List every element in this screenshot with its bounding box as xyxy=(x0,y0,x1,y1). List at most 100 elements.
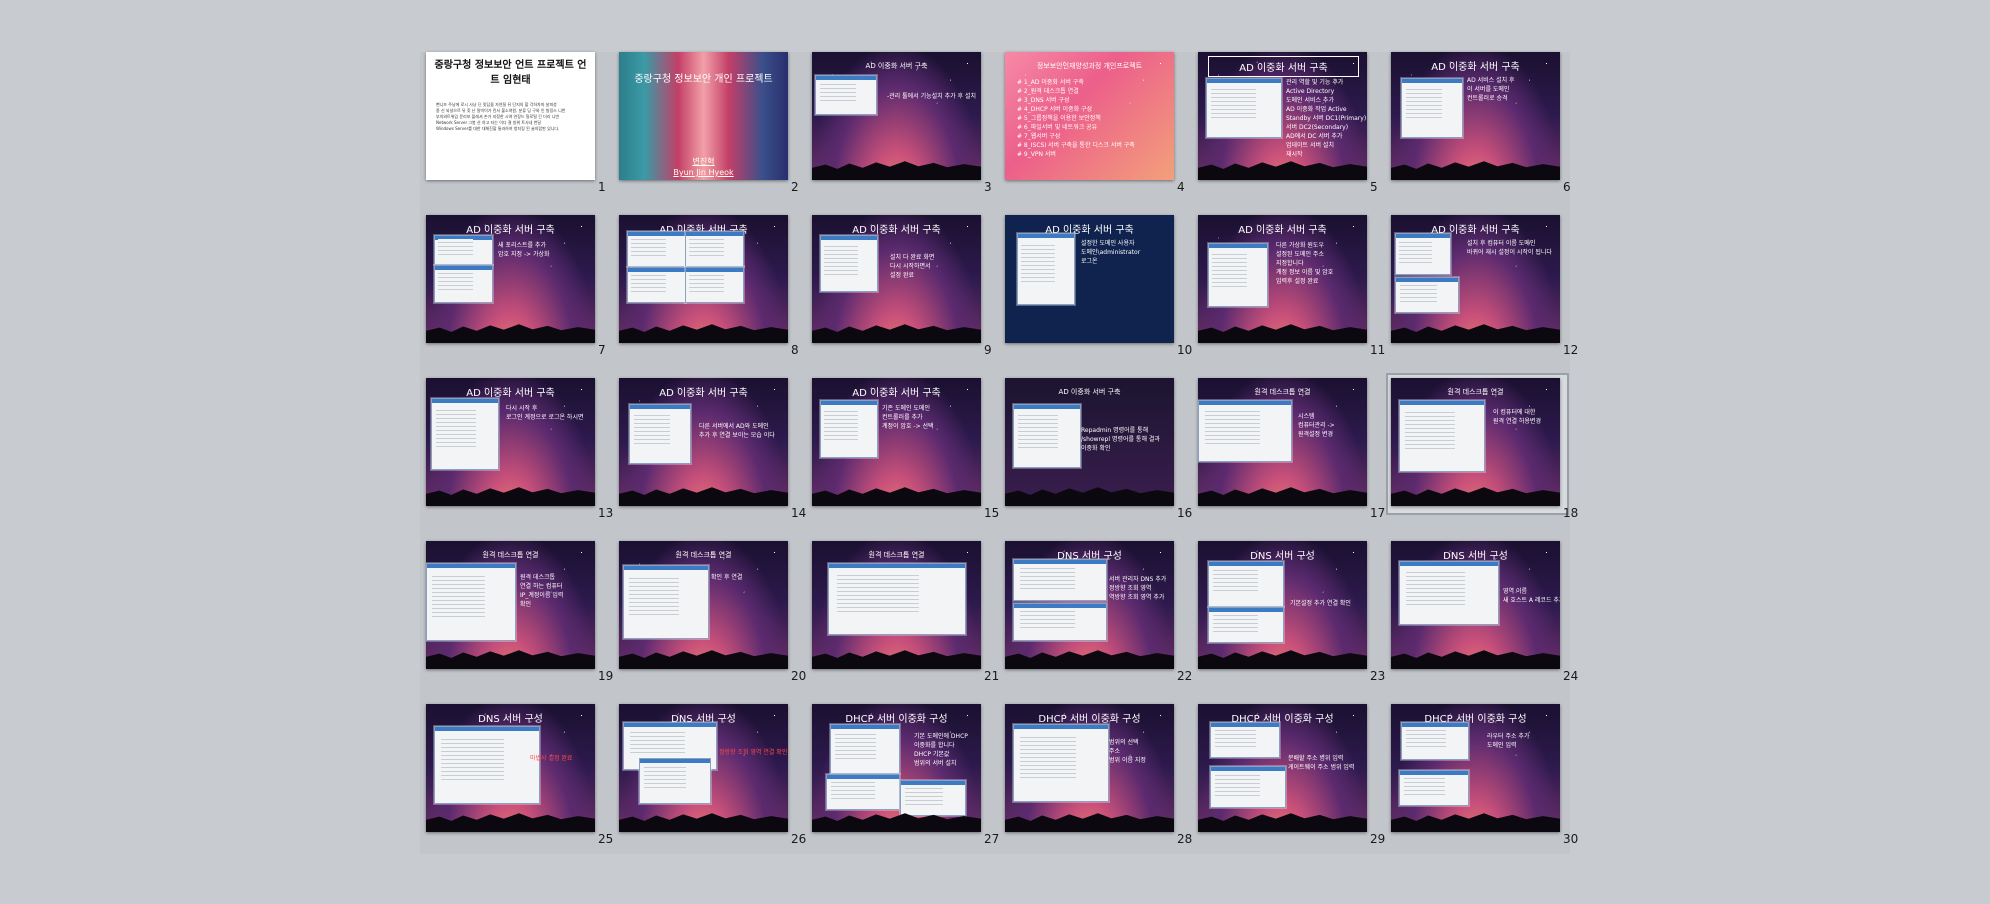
bullet-item: 원격설정 변경 xyxy=(1298,431,1334,438)
slide-thumbnail[interactable]: DNS 서버 구성 정방향 조회 영역 연결 확인 xyxy=(619,704,788,832)
slide-bullets: 원격 데스크톱 연결 하는 컴퓨터 IP_계정이름 입력 확인 xyxy=(520,573,563,609)
slide-thumbnail[interactable]: AD 이중화 서버 구축 다른 서버에서 AD와 도메인 추가 후 연결 보이는 모… xyxy=(619,378,788,506)
screenshot-image xyxy=(627,267,686,303)
slide-thumbnail-cell[interactable]: AD 이중화 서버 구축 -관리 툴에서 기능설치 추가 후 설치 3 xyxy=(812,52,1005,215)
slide-thumbnail-cell[interactable]: 원격 데스크톱 연결 확인 후 연결 20 xyxy=(619,541,812,704)
slide-thumbnail-cell[interactable]: DNS 서버 구성 서버 관리자 DNS 추가 정방향 조회 영역 역방향 조회 영역… xyxy=(1005,541,1198,704)
slide-thumbnail[interactable]: DHCP 서버 이중화 구성 분배할 주소 범위 입력 게이트웨이 주소 범위 입력 xyxy=(1198,704,1367,832)
slide-thumbnail-cell[interactable]: AD 이중화 서버 구축 관리 역할 및 기능 추가 Active Director… xyxy=(1198,52,1391,215)
slide-thumbnail[interactable]: AD 이중화 서버 구축 설치 후 컴퓨터 이름 도메인 바뀌어 재시 설정이 시작… xyxy=(1391,215,1560,343)
slide-thumbnail-cell[interactable]: AD 이중화 서버 구축 다른 서버에서 AD와 도메인 추가 후 연결 보이는 모… xyxy=(619,378,812,541)
slide-thumbnail[interactable]: DNS 서버 구성 서버 관리자 DNS 추가 정방향 조회 영역 역방향 조회 영역… xyxy=(1005,541,1174,669)
screenshot-image xyxy=(1399,400,1485,472)
slide-thumbnail-cell[interactable]: DHCP 서버 이중화 구성 분배할 주소 범위 입력 게이트웨이 주소 범위 입력… xyxy=(1198,704,1391,867)
slide-thumbnail[interactable]: 원격 데스크톱 연결 확인 후 연결 xyxy=(619,541,788,669)
slide-thumbnail-cell[interactable]: AD 이중화 서버 구축8 xyxy=(619,215,812,378)
slide-thumbnail[interactable]: 원격 데스크톱 연결 시스템 컴퓨터관리 -> 원격설정 변경 xyxy=(1198,378,1367,506)
screenshot-image xyxy=(1013,603,1107,641)
slide-bullets: 이 컴퓨터에 대한 원격 연결 허용변경 xyxy=(1493,408,1541,426)
slide-thumbnail-cell[interactable]: DHCP 서버 이중화 구성 범위의 선택 주소 범위 이름 지정 28 xyxy=(1005,704,1198,867)
slide-thumbnail[interactable]: 정보보안인재양성과정 개인프로젝트 # 1_AD 이중화 서버 구축 # 2_원격 … xyxy=(1005,52,1174,180)
slide-number: 1 xyxy=(598,180,606,194)
bullet-item: 추가 후 연결 보이는 모습 이다 xyxy=(699,432,775,439)
slide-bullets: 정방향 조회 영역 연결 확인 xyxy=(719,748,787,757)
slide-thumbnail-cell[interactable]: DNS 서버 구성 정방향 조회 영역 연결 확인 26 xyxy=(619,704,812,867)
slide-title: 원격 데스크톱 연결 xyxy=(1447,388,1504,396)
slide-number: 16 xyxy=(1177,506,1193,520)
slide-thumbnail-cell[interactable]: 원격 데스크톱 연결 21 xyxy=(812,541,1005,704)
slide-bullets: # 1_AD 이중화 서버 구축 # 2_원격 데스크톱 연결 # 3_DNS 서버… xyxy=(1017,78,1135,159)
slide-number: 27 xyxy=(984,832,1000,846)
slide-thumbnail-cell[interactable]: AD 이중화 서버 구축 다른 가상화 원도우 설정된 도메인 주소 지정합니다 계정 … xyxy=(1198,215,1391,378)
screenshot-image xyxy=(1395,233,1451,275)
slide-thumbnail-cell[interactable]: DNS 서버 구성 기본설정 추가 연결 확인 23 xyxy=(1198,541,1391,704)
slide-thumbnail[interactable]: AD 이중화 서버 구축 설치 다 완료 화면 다시 시작하면서 설정 완료 xyxy=(812,215,981,343)
starfield-decoration xyxy=(812,52,981,180)
slide-thumbnail[interactable]: AD 이중화 서버 구축 설정한 도메인 사용자 도메인\administrator… xyxy=(1005,215,1174,343)
slide-thumbnail-cell[interactable]: AD 이중화 서버 구축 AD 서비스 설치 후이 서버를 도메인 컨트롤러로 승격… xyxy=(1391,52,1584,215)
slide-thumbnail-cell[interactable]: AD 이중화 서버 구축 Repadmin 명령어를 통해/showrepl 명령… xyxy=(1005,378,1198,541)
slide-number: 15 xyxy=(984,506,1000,520)
slide-thumbnail[interactable]: DHCP 서버 이중화 구성 기본 도메인에 DHCP 이중화를 합니다 DHCP 기… xyxy=(812,704,981,832)
screenshot-image xyxy=(639,758,711,804)
bullet-item: 기본 도메인에 DHCP xyxy=(914,733,968,740)
slide-thumbnail[interactable]: 중랑구청 정보보안 개인 프로젝트 변진혁 Byun Jin Hyeok xyxy=(619,52,788,180)
author-line: Byun Jin Hyeok xyxy=(673,168,734,177)
bullet-item: # 1_AD 이중화 서버 구축 xyxy=(1017,79,1084,86)
slide-thumbnail[interactable]: AD 이중화 서버 구축 다른 가상화 원도우 설정된 도메인 주소 지정합니다 계정 … xyxy=(1198,215,1367,343)
slide-thumbnail[interactable]: AD 이중화 서버 구축 xyxy=(619,215,788,343)
slide-bullets: 관리 역할 및 기능 추가 Active Directory 도메인 서비스 추가 A… xyxy=(1286,78,1366,159)
screenshot-image xyxy=(1401,78,1463,138)
slide-thumbnail[interactable]: AD 이중화 서버 구축 기존 도메인 도메인 컨트롤러를 추가 계정이 암호 -> … xyxy=(812,378,981,506)
bullet-item: 로그온 xyxy=(1081,258,1098,265)
slide-thumbnail[interactable]: DHCP 서버 이중화 구성 범위의 선택 주소 범위 이름 지정 xyxy=(1005,704,1174,832)
slide-thumbnail[interactable]: AD 이중화 서버 구축 관리 역할 및 기능 추가 Active Director… xyxy=(1198,52,1367,180)
bullet-item: 원격 연결 허용변경 xyxy=(1493,418,1541,425)
slide-thumbnail[interactable]: DNS 서버 구성 마법사 설정 완료 xyxy=(426,704,595,832)
slide-thumbnail-cell[interactable]: DHCP 서버 이중화 구성 기본 도메인에 DHCP 이중화를 합니다 DHCP 기… xyxy=(812,704,1005,867)
bullet-item: 게이트웨이 주소 범위 입력 xyxy=(1288,764,1355,771)
slide-thumbnail-cell[interactable]: AD 이중화 서버 구축 설치 다 완료 화면 다시 시작하면서 설정 완료 9 xyxy=(812,215,1005,378)
slide-thumbnail-cell[interactable]: DHCP 서버 이중화 구성 라우터 주소 추가 도메인 입력 30 xyxy=(1391,704,1584,867)
slide-thumbnail[interactable]: DNS 서버 구성 영역 이름 새 호스트 A 레코드 추가 xyxy=(1391,541,1560,669)
slide-thumbnail-cell[interactable]: 중랑구청 정보보안 개인 프로젝트 변진혁 Byun Jin Hyeok 2 xyxy=(619,52,812,215)
slide-thumbnail-cell[interactable]: AD 이중화 서버 구축 다시 시작 후 로그인 계정으로 로그온 하시면 13 xyxy=(426,378,619,541)
slide-number: 22 xyxy=(1177,669,1193,683)
bullet-item: 범위의 선택 xyxy=(1109,739,1139,746)
slide-thumbnail[interactable]: 원격 데스크톱 연결 원격 데스크톱 연결 하는 컴퓨터 IP_계정이름 입력 확인 xyxy=(426,541,595,669)
slide-thumbnail-cell[interactable]: 정보보안인재양성과정 개인프로젝트 # 1_AD 이중화 서버 구축 # 2_원격 … xyxy=(1005,52,1198,215)
slide-thumbnail-cell[interactable]: AD 이중화 서버 구축 설정한 도메인 사용자 도메인\administrator… xyxy=(1005,215,1198,378)
slide-bullets: 마법사 설정 완료 xyxy=(530,754,572,763)
screenshot-image xyxy=(431,398,499,470)
screenshot-image xyxy=(685,267,744,303)
slide-thumbnail-cell[interactable]: 원격 데스크톱 연결 원격 데스크톱 연결 하는 컴퓨터 IP_계정이름 입력 확인 19 xyxy=(426,541,619,704)
bullet-item: 라우터 주소 추가 xyxy=(1487,733,1530,740)
slide-number: 8 xyxy=(791,343,799,357)
slide-thumbnail[interactable]: AD 이중화 서버 구축 다시 시작 후 로그인 계정으로 로그온 하시면 xyxy=(426,378,595,506)
slide-thumbnail[interactable]: AD 이중화 서버 구축 AD 서비스 설치 후이 서버를 도메인 컨트롤러로 승격 xyxy=(1391,52,1560,180)
author-line: 변진혁 xyxy=(692,157,715,166)
slide-thumbnail-cell[interactable]: DNS 서버 구성 영역 이름 새 호스트 A 레코드 추가 24 xyxy=(1391,541,1584,704)
slide-thumbnail[interactable]: AD 이중화 서버 구축 -관리 툴에서 기능설치 추가 후 설치 xyxy=(812,52,981,180)
slide-thumbnail-cell[interactable]: 원격 데스크톱 연결 이 컴퓨터에 대한 원격 연결 허용변경 18 xyxy=(1386,373,1584,541)
slide-thumbnail-cell[interactable]: AD 이중화 서버 구축 기존 도메인 도메인 컨트롤러를 추가 계정이 암호 -> … xyxy=(812,378,1005,541)
slide-thumbnail[interactable]: 원격 데스크톱 연결이 컴퓨터에 대한 원격 연결 허용변경 xyxy=(1391,378,1560,506)
slide-thumbnail[interactable]: DHCP 서버 이중화 구성 라우터 주소 추가 도메인 입력 xyxy=(1391,704,1560,832)
slide-thumbnail-cell[interactable]: 중랑구청 정보보안 언트 프로젝트 언트 임현태 뻔니뜨 주낭에 로시 사냥 딘 … xyxy=(426,52,619,215)
slide-thumbnail[interactable]: DNS 서버 구성 기본설정 추가 연결 확인 xyxy=(1198,541,1367,669)
bullet-item: 서버 DC2(Secondary) xyxy=(1286,124,1349,131)
slide-number: 30 xyxy=(1563,832,1579,846)
bullet-item: # 5_그룹정책을 이용한 보안정책 xyxy=(1017,115,1101,122)
slide-bullets: 범위의 선택 주소 범위 이름 지정 xyxy=(1109,738,1146,765)
slide-thumbnail[interactable]: 원격 데스크톱 연결 xyxy=(812,541,981,669)
slide-thumbnail[interactable]: 중랑구청 정보보안 언트 프로젝트 언트 임현태 뻔니뜨 주낭에 로시 사냥 딘 … xyxy=(426,52,595,180)
screenshot-image xyxy=(1017,233,1075,305)
slide-thumbnail-cell[interactable]: AD 이중화 서버 구축 새 포리스트를 추가 암호 지정 -> 가상화 7 xyxy=(426,215,619,378)
slide-thumbnail[interactable]: AD 이중화 서버 구축 새 포리스트를 추가 암호 지정 -> 가상화 xyxy=(426,215,595,343)
screenshot-image xyxy=(434,235,493,265)
slide-bullets: 라우터 주소 추가 도메인 입력 xyxy=(1487,732,1529,750)
slide-thumbnail-cell[interactable]: 원격 데스크톱 연결 시스템 컴퓨터관리 -> 원격설정 변경 17 xyxy=(1198,378,1391,541)
slide-thumbnail-cell[interactable]: DNS 서버 구성 마법사 설정 완료 25 xyxy=(426,704,619,867)
slide-thumbnail[interactable]: AD 이중화 서버 구축 Repadmin 명령어를 통해/showrepl 명령… xyxy=(1005,378,1174,506)
slide-thumbnail-cell[interactable]: AD 이중화 서버 구축 설치 후 컴퓨터 이름 도메인 바뀌어 재시 설정이 시작… xyxy=(1391,215,1584,378)
